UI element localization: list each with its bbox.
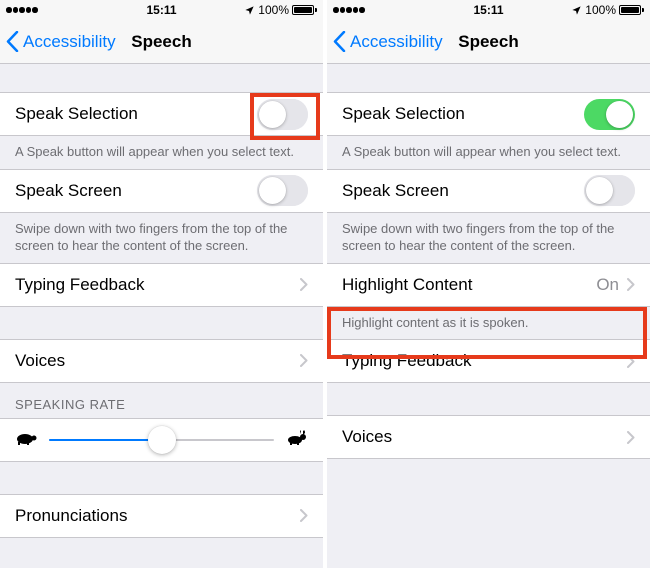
battery-percent: 100% [585,3,616,17]
status-time: 15:11 [146,3,176,17]
nav-title: Speech [458,32,518,52]
typing-feedback-label: Typing Feedback [15,275,144,295]
speak-selection-cell[interactable]: Speak Selection [0,92,323,136]
voices-label: Voices [15,351,65,371]
battery-percent: 100% [258,3,289,17]
phone-left: 15:11 100% Accessibility Speech Speak Se… [0,0,323,568]
speak-screen-toggle[interactable] [257,175,308,206]
pronunciations-cell[interactable]: Pronunciations [0,494,323,538]
highlight-content-footer: Highlight content as it is spoken. [327,307,650,340]
speak-selection-footer: A Speak button will appear when you sele… [0,136,323,169]
battery-icon [619,5,644,15]
pronunciations-label: Pronunciations [15,506,127,526]
speak-screen-toggle[interactable] [584,175,635,206]
back-button[interactable]: Accessibility [0,31,116,52]
back-label: Accessibility [350,32,443,52]
typing-feedback-cell[interactable]: Typing Feedback [0,263,323,307]
speak-screen-cell[interactable]: Speak Screen [327,169,650,213]
status-time: 15:11 [473,3,503,17]
speak-selection-toggle[interactable] [584,99,635,130]
typing-feedback-cell[interactable]: Typing Feedback [327,339,650,383]
chevron-right-icon [300,509,308,522]
speak-screen-label: Speak Screen [15,181,122,201]
speak-screen-label: Speak Screen [342,181,449,201]
typing-feedback-label: Typing Feedback [342,351,471,371]
highlight-content-cell[interactable]: Highlight Content On [327,263,650,307]
voices-cell[interactable]: Voices [327,415,650,459]
status-bar: 15:11 100% [0,0,323,20]
voices-cell[interactable]: Voices [0,339,323,383]
signal-dots [333,7,365,13]
highlight-content-label: Highlight Content [342,275,472,295]
location-icon [244,5,255,16]
speak-selection-label: Speak Selection [15,104,138,124]
speak-selection-footer: A Speak button will appear when you sele… [327,136,650,169]
speak-selection-toggle[interactable] [257,99,308,130]
speaking-rate-header: SPEAKING RATE [0,383,323,418]
voices-label: Voices [342,427,392,447]
signal-dots [6,7,38,13]
chevron-right-icon [627,278,635,291]
phone-right: 15:11 100% Accessibility Speech Speak Se… [327,0,650,568]
chevron-right-icon [627,355,635,368]
nav-title: Speech [131,32,191,52]
back-label: Accessibility [23,32,116,52]
nav-bar: Accessibility Speech [327,20,650,64]
speak-selection-label: Speak Selection [342,104,465,124]
highlight-content-value: On [596,275,619,295]
location-icon [571,5,582,16]
speak-screen-cell[interactable]: Speak Screen [0,169,323,213]
turtle-icon [15,428,37,451]
speak-screen-footer: Swipe down with two fingers from the top… [327,213,650,263]
chevron-right-icon [300,354,308,367]
speaking-rate-slider[interactable] [0,418,323,462]
speak-screen-footer: Swipe down with two fingers from the top… [0,213,323,263]
status-bar: 15:11 100% [327,0,650,20]
chevron-right-icon [300,278,308,291]
battery-icon [292,5,317,15]
chevron-right-icon [627,431,635,444]
rabbit-icon [286,428,308,451]
speak-selection-cell[interactable]: Speak Selection [327,92,650,136]
nav-bar: Accessibility Speech [0,20,323,64]
back-button[interactable]: Accessibility [327,31,443,52]
